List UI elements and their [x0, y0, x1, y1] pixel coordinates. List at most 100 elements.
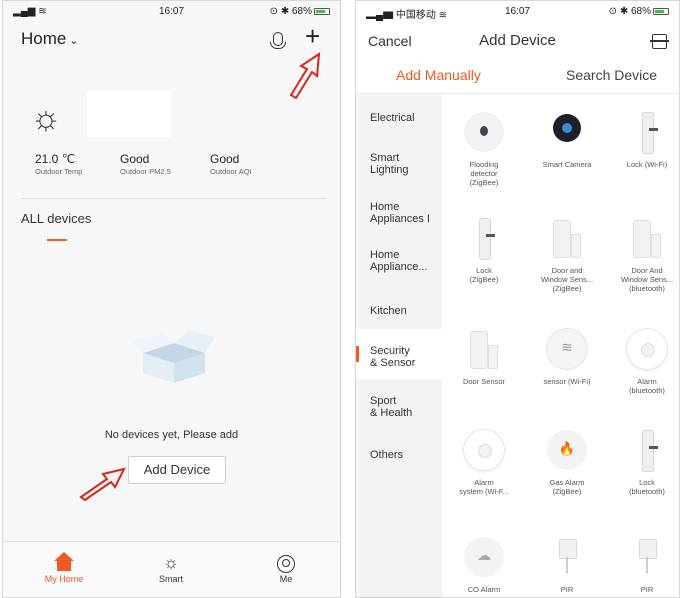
tab-indicator: [47, 239, 67, 241]
device-item[interactable]: Alarm system (Wi-F...: [445, 430, 523, 496]
tab-add-manually[interactable]: Add Manually: [396, 67, 481, 83]
device-label: Alarm system (Wi-F...: [459, 478, 509, 496]
co-icon: [464, 537, 504, 577]
chevron-down-icon: ⌄: [69, 35, 79, 47]
device-item[interactable]: Door and Window Sens... (ZigBee): [528, 218, 606, 293]
lock-icon: [627, 112, 667, 154]
device-item[interactable]: Gas Alarm (ZigBee): [528, 430, 606, 496]
battery-percent: 68%: [630, 6, 651, 17]
water-drop-icon: [464, 112, 504, 152]
add-device-screen: ▂▄▆ 中国移动 ≋ 16:07 ⊙ ✱ 68% Cancel Add Devi…: [355, 0, 680, 598]
device-item[interactable]: sensor (Wi-Fi): [528, 329, 606, 386]
annotation-arrow-icon: [79, 467, 126, 501]
device-item[interactable]: Flooding detector (ZigBee): [445, 112, 523, 187]
device-label: Door And Window Sens... (bluetooth): [620, 266, 674, 293]
nav-label: Smart: [158, 574, 183, 584]
annotation-arrow-icon: [289, 52, 321, 99]
metric-aqi: Good Outdoor AQI: [210, 152, 252, 176]
add-icon[interactable]: +: [305, 23, 320, 49]
bottom-nav: My Home ☼ Smart Me: [3, 541, 340, 597]
battery-icon: [653, 7, 669, 15]
empty-box-icon: [133, 331, 215, 383]
profile-icon: [277, 554, 295, 573]
device-item[interactable]: Lock (Wi-Fi): [608, 112, 682, 169]
device-label: Lock (ZigBee): [469, 266, 499, 284]
battery-indicator: ⊙ ✱ 68%: [270, 6, 330, 17]
device-item[interactable]: Lock (ZigBee): [445, 218, 523, 284]
device-item[interactable]: CO Alarm: [445, 537, 523, 594]
tab-all-devices[interactable]: ALL devices: [21, 211, 91, 226]
device-item[interactable]: Smart Camera: [528, 112, 606, 169]
metric-value: Good: [120, 152, 150, 166]
device-item[interactable]: PIR: [608, 537, 682, 594]
wave-icon: [547, 329, 587, 369]
nav-label: My Home: [44, 574, 84, 584]
device-item[interactable]: PIR: [528, 537, 606, 594]
pir-icon: [627, 537, 667, 577]
home-title: Home: [21, 29, 67, 48]
category-item[interactable]: Security & Sensor: [370, 345, 440, 369]
home-selector[interactable]: Home ⌄: [21, 29, 79, 49]
device-item[interactable]: Door And Window Sens... (bluetooth): [608, 218, 682, 293]
scan-icon[interactable]: [650, 34, 669, 49]
metric-value: Good: [210, 152, 240, 166]
metric-label: Outdoor AQI: [210, 167, 252, 176]
alarm-icon: [627, 329, 667, 369]
device-label: PIR: [640, 585, 654, 594]
device-label: Door and Window Sens... (ZigBee): [540, 266, 594, 293]
divider: [21, 198, 326, 199]
battery-indicator: ⊙ ✱ 68%: [609, 6, 669, 17]
nav-my-home[interactable]: My Home: [29, 552, 99, 584]
device-item[interactable]: Lock (bluetooth): [608, 430, 682, 496]
category-item[interactable]: Sport & Health: [370, 395, 440, 419]
metric-label: Outdoor PM2.5: [120, 167, 171, 176]
home-screen: ▂▄▆ ≋ 16:07 ⊙ ✱ 68% Home ⌄ + ☼ 21.0 ℃ Out…: [2, 0, 341, 598]
nav-label: Me: [279, 574, 293, 584]
device-label: Gas Alarm (ZigBee): [549, 478, 585, 496]
device-label: CO Alarm: [467, 585, 501, 594]
camera-icon: [547, 112, 587, 152]
battery-icon: [314, 7, 330, 15]
device-label: PIR: [560, 585, 574, 594]
device-label: Lock (bluetooth): [629, 478, 665, 496]
battery-percent: 68%: [291, 6, 312, 17]
door-sensor-icon: [627, 218, 667, 258]
weather-card: [87, 91, 171, 137]
flame-icon: [547, 430, 587, 470]
device-label: Smart Camera: [542, 160, 592, 169]
metric-temp: 21.0 ℃ Outdoor Temp: [35, 152, 82, 176]
category-item[interactable]: Smart Lighting: [370, 152, 440, 176]
device-item[interactable]: Door Sensor: [445, 329, 523, 386]
category-item[interactable]: Others: [370, 449, 440, 461]
device-label: Flooding detector (ZigBee): [469, 160, 499, 187]
device-label: Lock (Wi-Fi): [626, 160, 668, 169]
status-bar: ▂▄▆ 中国移动 ≋ 16:07 ⊙ ✱ 68%: [356, 1, 679, 21]
device-item[interactable]: Alarm (bluetooth): [608, 329, 682, 395]
sun-icon: ☼: [30, 99, 62, 137]
category-item[interactable]: Home Appliances I: [370, 201, 440, 225]
pir-icon: [547, 537, 587, 577]
lock-icon: [627, 430, 667, 472]
door-sensor-icon: [547, 218, 587, 258]
category-item[interactable]: Electrical: [370, 112, 440, 124]
nav-smart[interactable]: ☼ Smart: [136, 552, 206, 584]
mic-icon[interactable]: [270, 32, 286, 49]
metric-label: Outdoor Temp: [35, 167, 83, 176]
page-title: Add Device: [479, 32, 556, 49]
selected-category-marker: [356, 346, 359, 362]
device-label: Door Sensor: [462, 377, 506, 386]
lock-icon: [464, 218, 504, 260]
device-label: sensor (Wi-Fi): [543, 377, 591, 386]
home-icon: [54, 552, 74, 572]
tab-search-device[interactable]: Search Device: [566, 67, 657, 83]
metric-pm25: Good Outdoor PM2.5: [120, 152, 171, 176]
sun-icon: ☼: [163, 553, 179, 572]
add-device-button[interactable]: Add Device: [128, 456, 226, 484]
category-item[interactable]: Home Appliance...: [370, 249, 440, 273]
status-bar: ▂▄▆ ≋ 16:07 ⊙ ✱ 68%: [3, 1, 340, 21]
category-item[interactable]: Kitchen: [370, 305, 440, 317]
nav-me[interactable]: Me: [251, 552, 321, 584]
metric-value: 21.0 ℃: [35, 152, 76, 166]
alarm-icon: [464, 430, 504, 470]
door-sensor-icon: [464, 329, 504, 369]
